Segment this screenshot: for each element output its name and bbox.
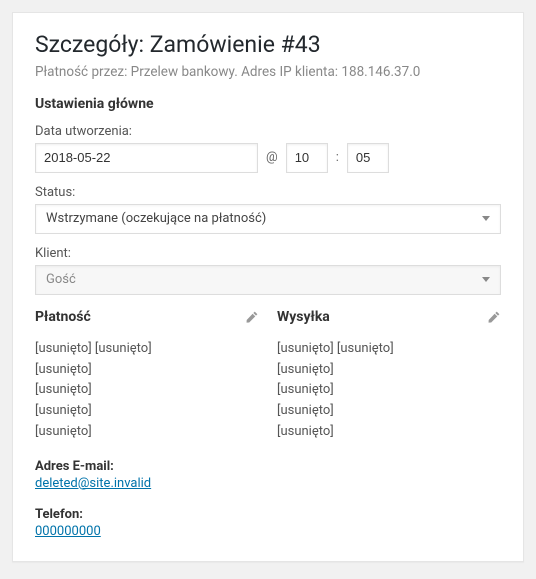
client-select[interactable]: Gość: [35, 265, 501, 295]
order-details-panel: Szczegóły: Zamówienie #43 Płatność przez…: [12, 12, 524, 562]
address-line: [usunięto] [usunięto]: [35, 339, 259, 360]
payment-column: Płatność [usunięto] [usunięto] [usunięto…: [35, 309, 259, 539]
address-line: [usunięto]: [277, 401, 501, 422]
address-line: [usunięto]: [277, 422, 501, 443]
status-value: Wstrzymane (oczekujące na płatność): [46, 211, 266, 226]
page-subtitle: Płatność przez: Przelew bankowy. Adres I…: [35, 64, 501, 80]
address-line: [usunięto]: [35, 360, 259, 381]
status-label: Status:: [35, 185, 501, 200]
address-line: [usunięto]: [277, 380, 501, 401]
address-line: [usunięto]: [35, 422, 259, 443]
client-label: Klient:: [35, 246, 501, 261]
date-input[interactable]: [35, 143, 258, 173]
phone-link[interactable]: 000000000: [35, 524, 101, 539]
address-line: [usunięto]: [35, 401, 259, 422]
page-title: Szczegóły: Zamówienie #43: [35, 31, 501, 60]
address-line: [usunięto]: [35, 380, 259, 401]
email-label: Adres E-mail:: [35, 459, 259, 474]
hour-input[interactable]: [286, 143, 328, 173]
shipping-column: Wysyłka [usunięto] [usunięto] [usunięto]…: [277, 309, 501, 539]
address-line: [usunięto]: [277, 360, 501, 381]
address-line: [usunięto] [usunięto]: [277, 339, 501, 360]
chevron-down-icon: [482, 277, 490, 282]
pencil-icon[interactable]: [487, 310, 501, 324]
settings-heading: Ustawienia główne: [35, 96, 501, 112]
payment-heading: Płatność: [35, 309, 91, 325]
status-select[interactable]: Wstrzymane (oczekujące na płatność): [35, 204, 501, 234]
client-value: Gość: [46, 272, 76, 287]
pencil-icon[interactable]: [245, 310, 259, 324]
time-colon: :: [334, 150, 341, 165]
date-label: Data utworzenia:: [35, 124, 501, 139]
shipping-heading: Wysyłka: [277, 309, 330, 325]
email-link[interactable]: deleted@site.invalid: [35, 476, 151, 491]
chevron-down-icon: [482, 216, 490, 221]
phone-label: Telefon:: [35, 507, 259, 522]
at-symbol: @: [264, 150, 280, 165]
minute-input[interactable]: [347, 143, 389, 173]
